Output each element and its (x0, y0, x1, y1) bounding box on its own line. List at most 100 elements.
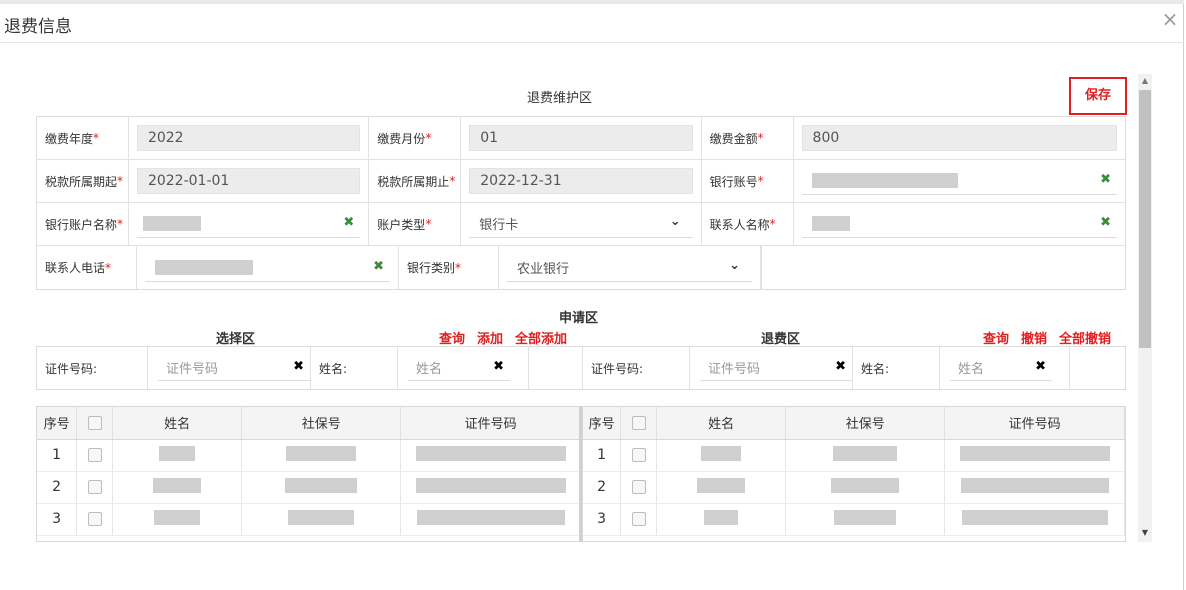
name-cell (656, 471, 787, 504)
add-button[interactable]: 添加 (477, 328, 503, 347)
row-checkbox[interactable] (87, 512, 102, 526)
select-all-checkbox[interactable] (631, 415, 646, 430)
select-id-input[interactable]: 证件号码 ✖ (158, 355, 310, 381)
scroll-down-arrow-icon[interactable]: ▼ (1138, 526, 1152, 540)
pay-amount-cell: 800 (794, 117, 1125, 159)
filter-spacer (1070, 347, 1125, 389)
bank-account-name-cell: ✖ (129, 203, 370, 245)
select-query-button[interactable]: 查询 (439, 328, 465, 347)
close-icon[interactable]: × (1160, 8, 1180, 30)
account-type-value: 银行卡 (479, 218, 519, 233)
form-row: 税款所属期起 * 2022-01-01 税款所属期止 * 2022-12-31 银行… (37, 160, 1125, 203)
select-area-title: 选择区 (216, 332, 256, 347)
redacted-value (833, 445, 898, 461)
refund-table: 序号 姓名 社保号 证件号码 1 2 3 (583, 407, 1125, 536)
redacted-value (142, 216, 201, 231)
account-type-cell: 银行卡 ⌄ (461, 203, 702, 245)
name-cell (112, 471, 243, 504)
bank-category-select[interactable]: 农业银行 ⌄ (507, 254, 752, 282)
ssn-cell (785, 439, 946, 472)
select-name-cell: 姓名 ✖ (398, 347, 529, 389)
pay-year-cell: 2022 (129, 117, 370, 159)
clear-icon[interactable]: ✖ (1100, 172, 1111, 187)
row-checkbox[interactable] (631, 480, 646, 494)
redacted-value (415, 477, 566, 493)
contact-phone-input[interactable]: ✖ (145, 254, 390, 282)
clear-icon[interactable]: ✖ (373, 259, 384, 274)
pay-amount-field: 800 (801, 125, 1117, 151)
chevron-down-icon[interactable]: ⌄ (670, 214, 681, 229)
ssn-cell (785, 503, 946, 536)
ssn-cell (241, 439, 402, 472)
clear-icon[interactable]: ✖ (343, 215, 354, 230)
chevron-down-icon[interactable]: ⌄ (729, 258, 740, 273)
redacted-value (153, 477, 202, 493)
redacted-value (959, 445, 1110, 461)
revoke-button[interactable]: 撤销 (1021, 328, 1047, 347)
table-row[interactable]: 2 (583, 471, 1125, 504)
redacted-value (288, 509, 355, 525)
id-cell (944, 439, 1125, 472)
refund-area-title: 退费区 (761, 332, 801, 347)
redacted-value (286, 445, 357, 461)
id-cell (944, 503, 1125, 536)
redacted-value (811, 216, 850, 231)
table-row[interactable]: 3 (583, 503, 1125, 536)
contact-phone-label: 联系人电话 * (37, 246, 137, 289)
name-header: 姓名 (112, 407, 243, 440)
row-checkbox-cell (620, 471, 658, 504)
table-row[interactable]: 3 (37, 503, 581, 536)
id-cell (400, 471, 581, 504)
ssn-cell (785, 471, 946, 504)
scrollbar-thumb[interactable] (1139, 90, 1151, 348)
account-type-select[interactable]: 银行卡 ⌄ (469, 210, 693, 238)
revoke-all-button[interactable]: 全部撤销 (1059, 328, 1111, 347)
seq-header: 序号 (583, 407, 622, 440)
refund-id-input[interactable]: 证件号码 ✖ (700, 355, 852, 381)
row-checkbox[interactable] (631, 512, 646, 526)
save-button[interactable]: 保存 (1069, 77, 1127, 115)
table-header-row: 序号 姓名 社保号 证件号码 (37, 407, 581, 440)
table-row[interactable]: 1 (583, 439, 1125, 472)
name-cell (112, 503, 243, 536)
select-name-input[interactable]: 姓名 ✖ (408, 355, 510, 381)
refund-id-label: 证件号码: (583, 347, 690, 389)
clear-icon[interactable]: ✖ (1100, 215, 1111, 230)
contact-name-input[interactable]: ✖ (801, 210, 1117, 238)
table-header-row: 序号 姓名 社保号 证件号码 (583, 407, 1125, 440)
select-all-checkbox[interactable] (87, 415, 102, 430)
refund-id-cell: 证件号码 ✖ (690, 347, 853, 389)
filter-bar: 证件号码: 证件号码 ✖ 姓名: 姓名 ✖ 证件号码: 证件号码 ✖ 姓名: 姓… (36, 346, 1126, 390)
redacted-value (701, 445, 742, 461)
maintenance-area-title: 退费维护区 (527, 91, 593, 106)
redacted-value (159, 445, 196, 461)
dialog-title: 退费信息 (4, 17, 72, 37)
row-checkbox-cell (76, 503, 113, 536)
select-grid: 序号 姓名 社保号 证件号码 1 2 3 (36, 406, 582, 542)
select-name-placeholder: 姓名 (416, 362, 443, 377)
scroll-up-arrow-icon[interactable]: ▲ (1138, 74, 1152, 88)
pay-month-field: 01 (469, 125, 693, 151)
add-all-button[interactable]: 全部添加 (515, 328, 567, 347)
refund-grid: 序号 姓名 社保号 证件号码 1 2 3 (582, 406, 1126, 542)
bank-account-input[interactable]: ✖ (801, 167, 1117, 195)
refund-query-button[interactable]: 查询 (983, 328, 1009, 347)
row-checkbox[interactable] (87, 448, 102, 462)
clear-icon[interactable]: ✖ (293, 359, 304, 374)
row-checkbox[interactable] (631, 448, 646, 462)
refund-name-input[interactable]: 姓名 ✖ (950, 355, 1052, 381)
redacted-value (697, 477, 746, 493)
clear-icon[interactable]: ✖ (1035, 359, 1046, 374)
row-seq: 3 (583, 503, 622, 536)
bank-account-name-input[interactable]: ✖ (136, 210, 361, 238)
clear-icon[interactable]: ✖ (493, 359, 504, 374)
row-checkbox-cell (76, 471, 113, 504)
table-row[interactable]: 2 (37, 471, 581, 504)
name-header: 姓名 (656, 407, 787, 440)
pay-year-field: 2022 (136, 125, 361, 151)
row-checkbox[interactable] (87, 480, 102, 494)
clear-icon[interactable]: ✖ (835, 359, 846, 374)
bank-category-value: 农业银行 (517, 261, 570, 277)
table-row[interactable]: 1 (37, 439, 581, 472)
redacted-value (834, 509, 897, 525)
